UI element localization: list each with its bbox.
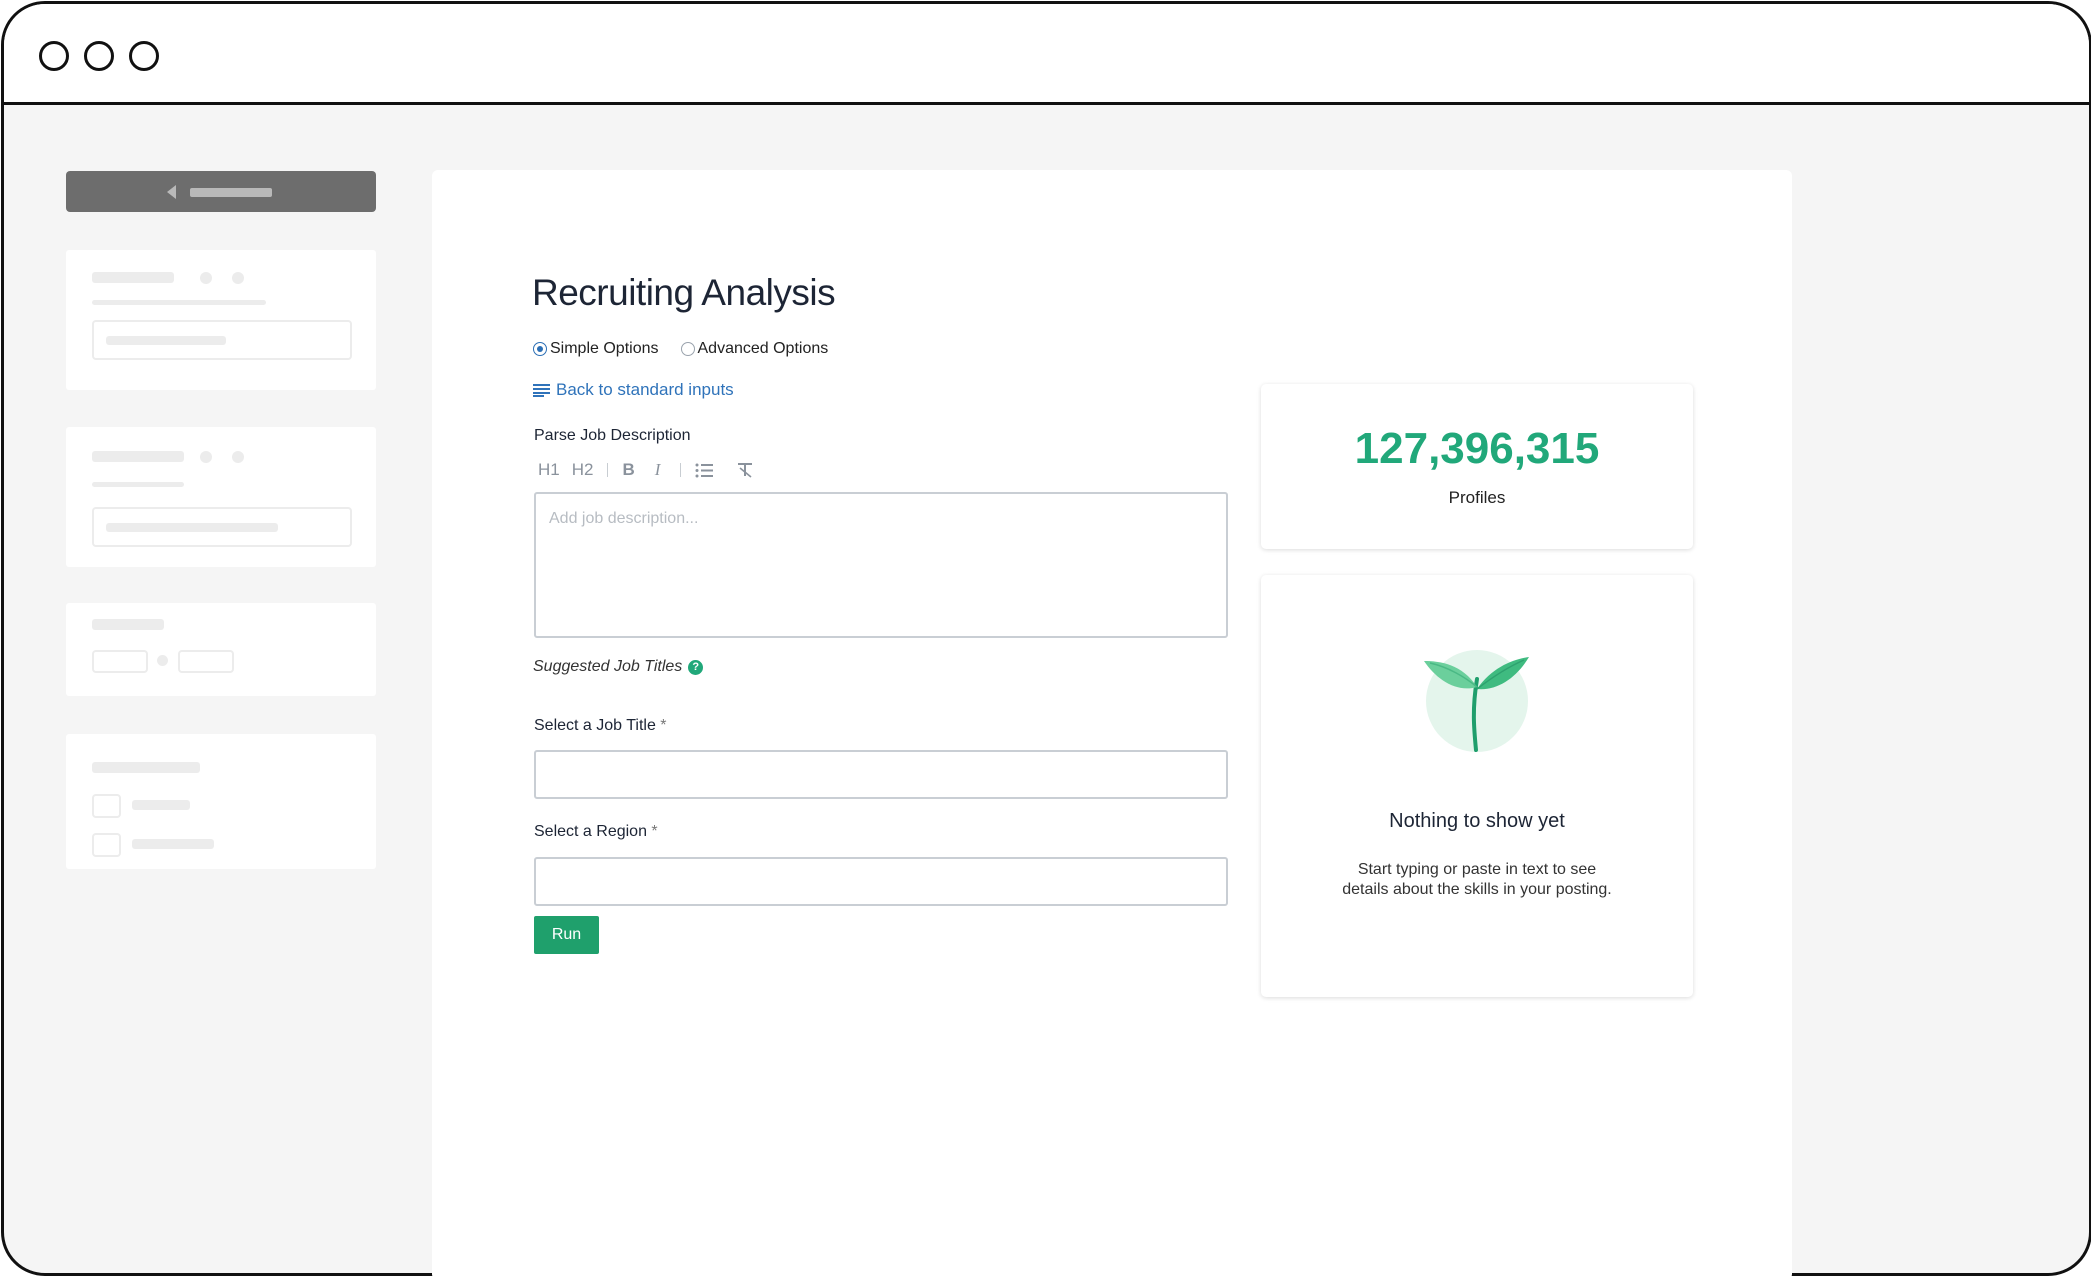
options-toggle: Simple Options Advanced Options: [533, 340, 828, 358]
window-maximize-control[interactable]: [129, 41, 159, 71]
empty-state-description: Start typing or paste in text to see det…: [1342, 861, 1612, 898]
skeleton-line: [190, 188, 272, 197]
skeleton-card: [66, 250, 376, 390]
heading2-button[interactable]: H2: [572, 460, 594, 480]
skeleton-line: [92, 451, 184, 462]
skeleton-line: [132, 839, 214, 849]
run-button[interactable]: Run: [534, 916, 599, 954]
bullet-list-icon: [695, 463, 714, 477]
skeleton-card: [66, 603, 376, 696]
skeleton-dot: [157, 655, 168, 666]
profiles-count: 127,396,315: [1354, 424, 1600, 473]
skeleton-line: [92, 300, 266, 305]
skeleton-input: [178, 650, 234, 673]
job-description-placeholder: Add job description...: [549, 510, 699, 527]
skeleton-dot: [232, 451, 244, 463]
skeleton-input: [92, 507, 352, 547]
profiles-label: Profiles: [1448, 488, 1506, 507]
advanced-options-radio[interactable]: [680, 342, 695, 356]
skeleton-input: [92, 650, 148, 673]
empty-state-title: Nothing to show yet: [1389, 810, 1565, 832]
heading1-button[interactable]: H1: [538, 460, 560, 480]
skeleton-dot: [200, 451, 212, 463]
skeleton-checkbox: [92, 794, 121, 818]
bullet-list-button[interactable]: [695, 463, 714, 478]
skeleton-dot: [232, 272, 244, 284]
clear-format-icon: [738, 463, 753, 478]
region-select[interactable]: [534, 857, 1228, 906]
sidebar-back-button[interactable]: [66, 171, 376, 212]
skeleton-card: [66, 734, 376, 869]
clear-format-button[interactable]: [737, 462, 753, 478]
page-title: Recruiting Analysis: [532, 272, 836, 313]
skeleton-line: [92, 482, 184, 487]
region-label: Select a Region *: [534, 823, 658, 840]
suggested-job-titles-label: Suggested Job Titles: [533, 658, 683, 675]
window-titlebar: [4, 4, 2089, 105]
sprout-icon: [1424, 650, 1529, 752]
skeleton-line: [92, 762, 200, 773]
skeleton-line: [92, 272, 174, 283]
back-link-label[interactable]: Back to standard inputs: [556, 380, 734, 400]
bold-button[interactable]: B: [622, 460, 634, 480]
back-to-standard-inputs-link[interactable]: Back to standard inputs: [533, 380, 734, 400]
advanced-options-label[interactable]: Advanced Options: [698, 340, 829, 358]
list-lines-icon: [533, 383, 550, 397]
skeleton-line: [92, 619, 164, 630]
job-title-label: Select a Job Title *: [534, 717, 667, 734]
window-close-control[interactable]: [39, 41, 69, 71]
simple-options-radio[interactable]: [533, 342, 547, 356]
suggested-job-titles: Suggested Job Titles ?: [533, 658, 704, 676]
profiles-stat-card: 127,396,315 Profiles: [1261, 384, 1693, 549]
job-description-editor[interactable]: Add job description...: [534, 492, 1228, 638]
skeleton-checkbox: [92, 833, 121, 857]
empty-state-card: Nothing to show yet Start typing or past…: [1261, 575, 1693, 997]
toolbar-divider: [607, 463, 609, 477]
italic-button[interactable]: I: [655, 460, 661, 480]
skeleton-input: [92, 320, 352, 360]
job-title-select[interactable]: [534, 750, 1228, 799]
help-icon[interactable]: ?: [688, 659, 704, 675]
job-description-label: Parse Job Description: [534, 427, 691, 444]
window-minimize-control[interactable]: [84, 41, 114, 71]
skeleton-line: [132, 800, 190, 810]
simple-options-label[interactable]: Simple Options: [550, 340, 659, 358]
toolbar-divider: [680, 463, 682, 477]
skeleton-card: [66, 427, 376, 567]
back-arrow-icon: [167, 185, 176, 199]
skeleton-dot: [200, 272, 212, 284]
editor-toolbar: H1 H2 B I: [538, 460, 765, 480]
